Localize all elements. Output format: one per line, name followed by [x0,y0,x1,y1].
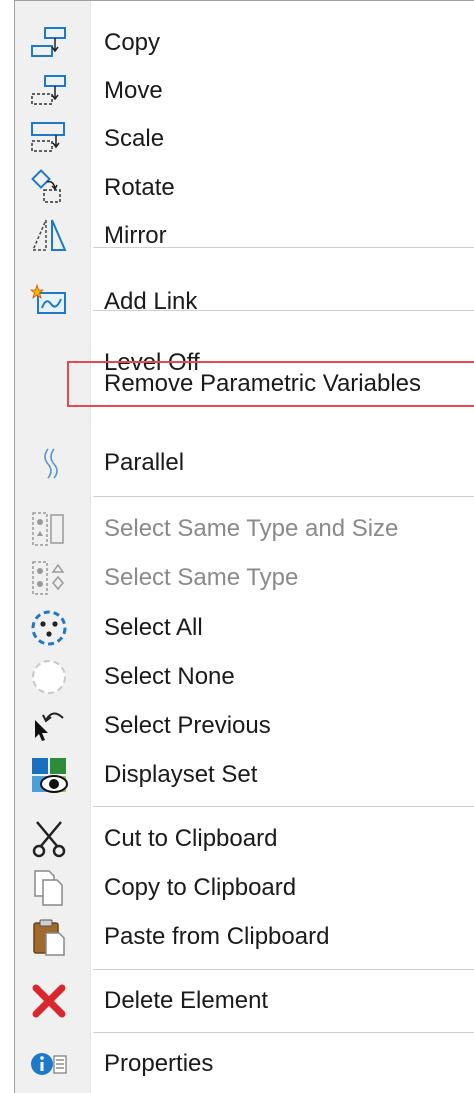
separator [93,310,474,311]
rotate-icon [29,168,69,208]
menu-item-parallel[interactable]: Parallel [15,437,474,489]
menu-item-properties[interactable]: Properties [15,1038,474,1090]
select-none-icon [29,657,69,697]
menu-item-label: Mirror [104,222,167,249]
menu-item-mirror[interactable]: Mirror [15,210,474,262]
menu-item-label: Paste from Clipboard [104,923,330,950]
select-previous-icon [29,706,69,746]
menu-item-label: Remove Parametric Variables [104,370,422,397]
menu-item-select-none[interactable]: Select None [15,651,474,703]
scale-icon [29,119,69,159]
menu-item-label: Select Same Type and Size [104,515,399,542]
menu-item-label: Delete Element [104,987,269,1014]
menu-item-label: Displayset Set [104,761,258,788]
menu-item-displayset-set[interactable]: Displayset Set [15,749,474,801]
menu-item-move[interactable]: Move [15,65,474,117]
mirror-icon [29,216,69,256]
menu-item-label: Add Link [104,288,198,315]
menu-item-label: Copy [104,29,161,56]
separator [93,247,474,248]
menu-item-select-same-type-and-size[interactable]: Select Same Type and Size [15,503,474,555]
menu-item-cut-to-clipboard[interactable]: Cut to Clipboard [15,813,474,865]
displayset-icon [29,755,69,795]
separator [93,1032,474,1033]
menu-item-label: Select All [104,614,203,641]
properties-info-icon [29,1044,69,1084]
menu-item-label: Select None [104,663,235,690]
separator [93,496,474,497]
menu-item-rotate[interactable]: Rotate [15,162,474,214]
move-icon [29,71,69,111]
scissors-icon [29,819,69,859]
menu-item-label: Select Same Type [104,564,299,591]
menu-item-label: Move [104,77,163,104]
menu-item-remove-parametric-variables[interactable]: Remove Parametric Variables [15,358,474,410]
menu-item-scale[interactable]: Scale [15,113,474,165]
menu-item-delete-element[interactable]: Delete Element [15,975,474,1027]
select-all-icon [29,608,69,648]
copy-pages-icon [29,868,69,908]
parallel-icon [29,443,69,483]
separator [93,969,474,970]
select-same-type-size-icon [29,509,69,549]
menu-item-copy-to-clipboard[interactable]: Copy to Clipboard [15,862,474,914]
menu-item-label: Copy to Clipboard [104,874,297,901]
menu-item-label: Select Previous [104,712,271,739]
delete-x-icon [29,981,69,1021]
menu-item-label: Properties [104,1050,214,1077]
menu-item-select-same-type[interactable]: Select Same Type [15,552,474,604]
menu-item-add-link[interactable]: Add Link [15,276,474,328]
menu-item-copy[interactable]: Copy [15,17,474,69]
menu-item-paste-from-clipboard[interactable]: Paste from Clipboard [15,911,474,963]
select-same-type-icon [29,558,69,598]
menu-item-label: Scale [104,125,165,152]
clipboard-paste-icon [29,917,69,957]
menu-item-label: Rotate [104,174,175,201]
separator [93,806,474,807]
menu-item-select-all[interactable]: Select All [15,602,474,654]
menu-item-label: Parallel [104,449,185,476]
menu-item-select-previous[interactable]: Select Previous [15,700,474,752]
copy-icon [29,23,69,63]
menu-item-label: Cut to Clipboard [104,825,278,852]
add-link-icon [29,282,69,322]
